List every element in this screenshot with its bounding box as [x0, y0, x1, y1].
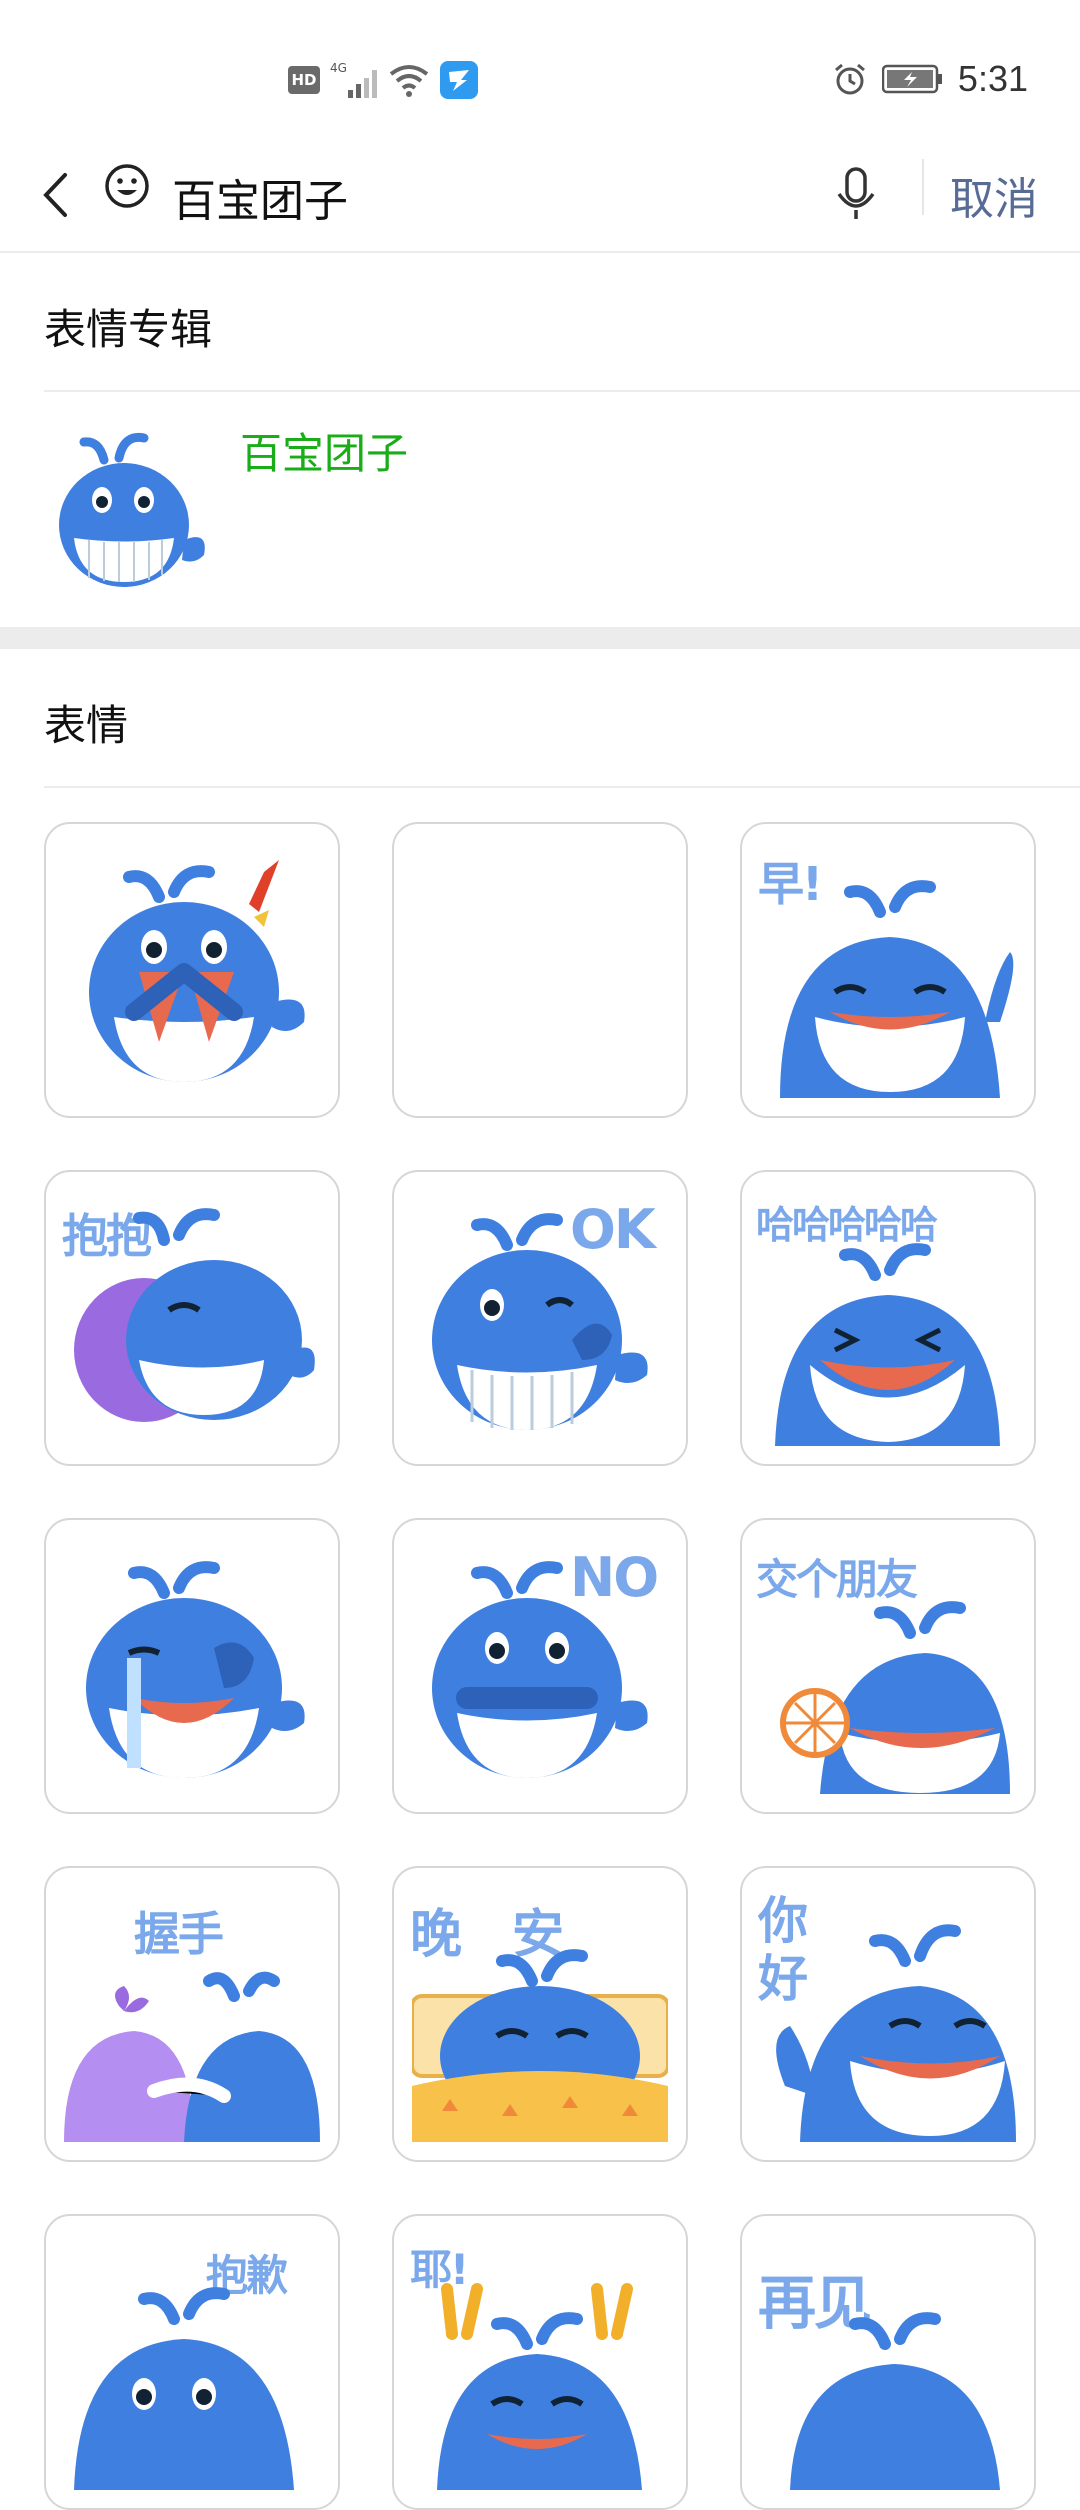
- status-bar: HD 4G 5:31: [0, 0, 1080, 135]
- whale-sticker-image: [790, 2312, 1000, 2490]
- sticker-make-friends[interactable]: 交个朋友: [740, 1518, 1036, 1814]
- sticker-hello[interactable]: 你好: [740, 1866, 1036, 2162]
- divider: [44, 390, 1080, 392]
- sticker-ok[interactable]: OK: [392, 1170, 688, 1466]
- sticker-empty[interactable]: [392, 822, 688, 1118]
- section-separator: [0, 627, 1080, 649]
- microphone-icon: [837, 167, 875, 219]
- whale-sticker-image: [64, 1971, 320, 2142]
- sticker-yeah[interactable]: 耶!: [392, 2214, 688, 2510]
- whale-sticker-image: [86, 1561, 305, 1778]
- sticker-hug[interactable]: 抱抱: [44, 1170, 340, 1466]
- search-divider: [922, 159, 924, 215]
- whale-sticker-image: [780, 880, 1014, 1098]
- sticker-section-title: 表情: [44, 701, 129, 750]
- whale-sticker-image: [776, 1924, 1016, 2142]
- whale-sticker-image: [74, 1208, 315, 1422]
- sticker-goodbye[interactable]: 再见: [740, 2214, 1036, 2510]
- album-title-link[interactable]: 百宝团子: [240, 420, 408, 481]
- alarm-icon: [834, 63, 865, 95]
- status-left: HD 4G: [288, 58, 478, 102]
- battery-icon: [881, 64, 942, 94]
- sticker-good-morning[interactable]: 早!: [740, 822, 1036, 1118]
- sticker-no[interactable]: NO: [392, 1518, 688, 1814]
- sticker-grid: 早! 抱抱 OK 哈哈哈哈哈 NO 交个朋友 握手 晚安 你好 抱歉 耶! 再见: [44, 822, 1040, 2510]
- whale-sticker-image: [437, 2283, 642, 2490]
- back-button[interactable]: [30, 165, 80, 225]
- status-right: 5:31: [832, 56, 1028, 102]
- whale-sticker-image: [89, 860, 305, 1082]
- hd-icon: HD: [288, 66, 320, 94]
- whale-sticker-image: [780, 1601, 1010, 1794]
- sticker-sorry[interactable]: 抱歉: [44, 2214, 340, 2510]
- whale-sticker-image: [412, 1949, 668, 2142]
- app-notification-icon: [440, 61, 478, 99]
- cancel-button[interactable]: 取消: [950, 163, 1038, 225]
- search-bar: 百宝团子 取消: [0, 135, 1080, 253]
- voice-input-button[interactable]: [826, 161, 886, 227]
- emoji-search-icon: [105, 164, 149, 208]
- sticker-covering-mouth[interactable]: [44, 822, 340, 1118]
- divider: [44, 786, 1080, 788]
- sticker-good-night[interactable]: 晚安: [392, 1866, 688, 2162]
- sticker-hahaha[interactable]: 哈哈哈哈哈: [740, 1170, 1036, 1466]
- whale-sticker-image: [775, 1243, 1000, 1446]
- search-input[interactable]: 百宝团子: [172, 165, 348, 227]
- cellular-signal-icon: 4G: [330, 61, 377, 98]
- clock: 5:31: [957, 58, 1028, 99]
- chevron-left-icon: [43, 173, 67, 217]
- sticker-crying[interactable]: [44, 1518, 340, 1814]
- sticker-handshake[interactable]: 握手: [44, 1866, 340, 2162]
- whale-sticker-image: [432, 1561, 648, 1778]
- whale-sticker-image: [59, 432, 205, 587]
- album-thumbnail[interactable]: [44, 420, 214, 595]
- album-section-title: 表情专辑: [44, 305, 213, 354]
- wifi-icon: [389, 65, 429, 97]
- whale-sticker-image: [74, 2287, 294, 2490]
- whale-sticker-image: [432, 1213, 648, 1430]
- svg-text:4G: 4G: [330, 61, 347, 75]
